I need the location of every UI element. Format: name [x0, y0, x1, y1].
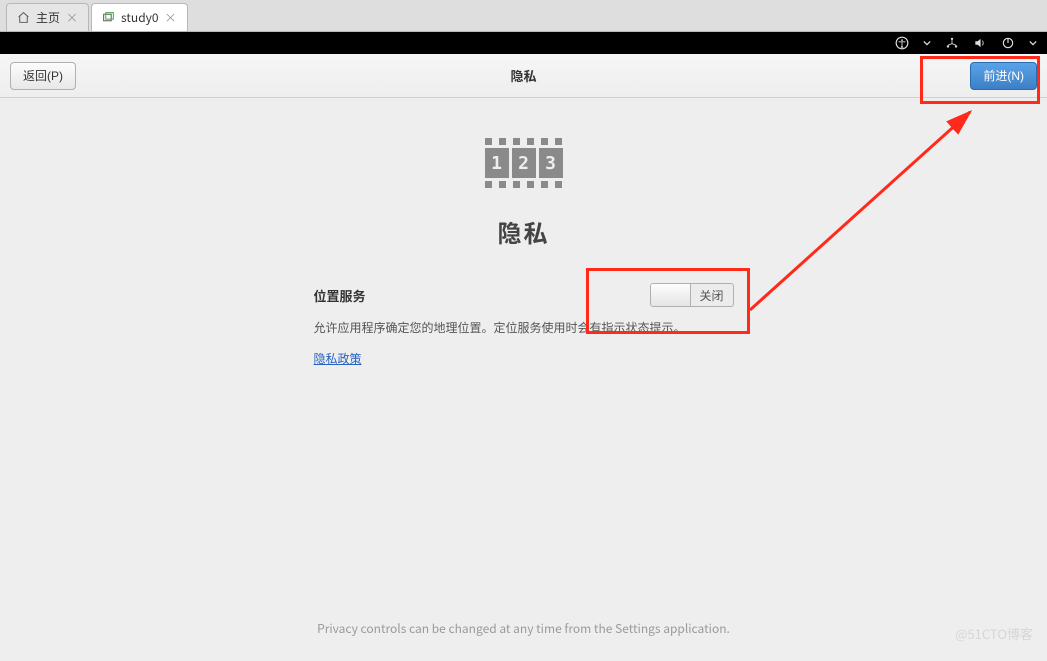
header-title: 隐私	[510, 66, 536, 85]
tab-study-label: study0	[121, 9, 159, 26]
tab-home-label: 主页	[36, 9, 60, 26]
volume-icon[interactable]	[973, 36, 987, 50]
power-icon[interactable]	[1001, 36, 1015, 50]
close-icon[interactable]: ×	[66, 9, 78, 26]
location-service-row: 位置服务 关闭	[314, 283, 734, 307]
footer-note: Privacy controls can be changed at any t…	[0, 620, 1047, 637]
location-service-description: 允许应用程序确定您的地理位置。定位服务使用时会有指示状态提示。	[314, 319, 734, 336]
location-service-label: 位置服务	[314, 286, 366, 305]
tab-study[interactable]: study0 ×	[91, 3, 188, 31]
content-area: 1 2 3 隐私 位置服务 关闭 允许应用程序确定您的地理位置。定位服务使用时会…	[0, 98, 1047, 661]
chevron-down-icon[interactable]	[1029, 39, 1037, 47]
close-icon[interactable]: ×	[165, 9, 177, 26]
tab-home[interactable]: 主页 ×	[6, 3, 89, 31]
system-topbar	[0, 32, 1047, 54]
watermark: @51CTO博客	[955, 624, 1033, 643]
browser-tabstrip: 主页 × study0 ×	[0, 0, 1047, 32]
location-service-toggle[interactable]: 关闭	[650, 283, 734, 307]
privacy-digit: 1	[485, 148, 509, 178]
toggle-knob	[651, 284, 691, 306]
privacy-digit: 3	[539, 148, 563, 178]
network-icon[interactable]	[945, 36, 959, 50]
chevron-down-icon[interactable]	[923, 39, 931, 47]
home-icon	[17, 11, 30, 24]
privacy-policy-link[interactable]: 隐私政策	[314, 350, 362, 367]
back-button[interactable]: 返回(P)	[10, 62, 76, 90]
privacy-digit: 2	[512, 148, 536, 178]
privacy-123-icon: 1 2 3	[485, 138, 563, 198]
forward-button[interactable]: 前进(N)	[970, 62, 1037, 90]
page-title: 隐私	[0, 214, 1047, 249]
setting-block: 位置服务 关闭 允许应用程序确定您的地理位置。定位服务使用时会有指示状态提示。 …	[314, 283, 734, 368]
headerbar: 返回(P) 隐私 前进(N)	[0, 54, 1047, 98]
accessibility-icon[interactable]	[895, 36, 909, 50]
window-stack-icon	[102, 11, 115, 24]
toggle-state-label: 关闭	[691, 287, 733, 304]
